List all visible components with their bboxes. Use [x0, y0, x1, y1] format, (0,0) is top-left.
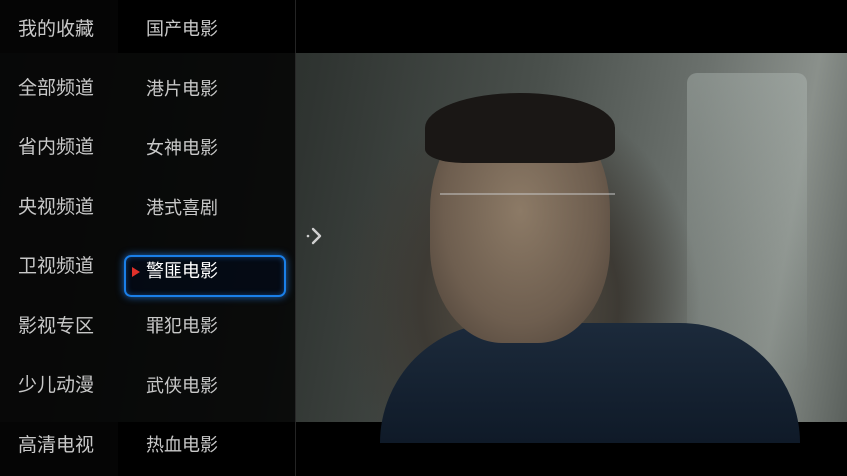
subcategory-item[interactable]: 热血电影: [146, 431, 218, 461]
subcategory-selected-label: 警匪电影: [146, 261, 218, 282]
subcategory-item[interactable]: 女神电影: [146, 134, 218, 164]
expand-arrow-icon[interactable]: [305, 225, 327, 247]
category-item[interactable]: 影视专区: [18, 311, 94, 341]
category-item[interactable]: 全部频道: [18, 73, 94, 103]
subcategory-item[interactable]: 罪犯电影: [146, 312, 218, 342]
subcategory-item[interactable]: 港片电影: [146, 75, 218, 105]
subcategory-item[interactable]: 武侠电影: [146, 372, 218, 402]
video-figure-suit: [380, 323, 800, 443]
category-item[interactable]: 央视频道: [18, 192, 94, 222]
category-item[interactable]: 卫视频道: [18, 251, 94, 281]
subcategory-item[interactable]: 港式喜剧: [146, 194, 218, 224]
subcategory-item-selected[interactable]: 警匪电影: [124, 255, 286, 297]
subcategory-item[interactable]: 国产电影: [146, 15, 218, 45]
category-item[interactable]: 少儿动漫: [18, 370, 94, 400]
play-triangle-icon: [132, 267, 140, 277]
category-item[interactable]: 省内频道: [18, 132, 94, 162]
channel-menu: 我的收藏 全部频道 省内频道 央视频道 卫视频道 影视专区 少儿动漫 高清电视 …: [0, 0, 296, 476]
category-item[interactable]: 高清电视: [18, 430, 94, 460]
category-column: 我的收藏 全部频道 省内频道 央视频道 卫视频道 影视专区 少儿动漫 高清电视: [0, 0, 118, 476]
video-figure-glasses: [440, 193, 615, 223]
category-item[interactable]: 我的收藏: [18, 14, 94, 44]
tv-screen: 我的收藏 全部频道 省内频道 央视频道 卫视频道 影视专区 少儿动漫 高清电视 …: [0, 0, 847, 476]
video-figure-hair: [425, 93, 615, 163]
